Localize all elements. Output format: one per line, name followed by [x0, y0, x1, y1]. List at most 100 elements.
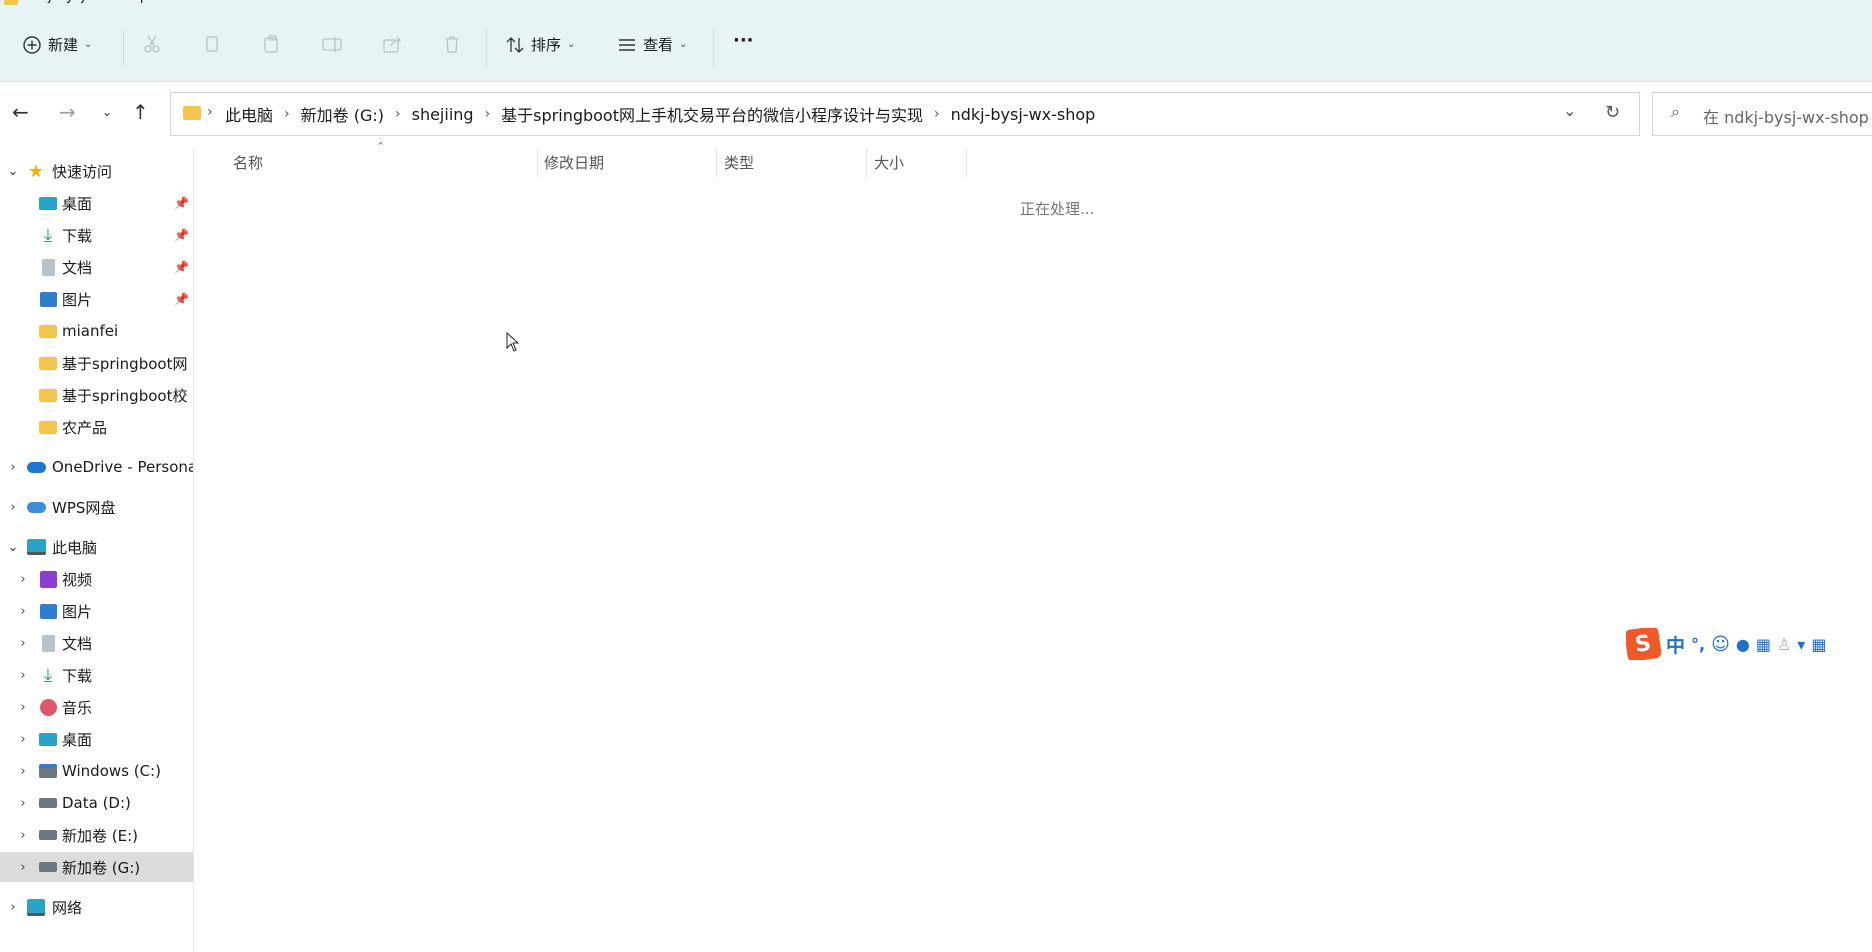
chevron-right-icon: ›: [20, 603, 26, 619]
new-button[interactable]: 新建 ⌄: [22, 34, 92, 55]
column-header-type[interactable]: 类型: [724, 152, 754, 173]
microphone-icon[interactable]: ●: [1736, 635, 1750, 654]
sidebar-item-videos[interactable]: › 视频: [0, 564, 193, 594]
keyboard-icon[interactable]: ▦: [1756, 635, 1771, 654]
sidebar-item-wps[interactable]: › WPS网盘: [0, 492, 193, 522]
sidebar-item-onedrive[interactable]: › OneDrive - Persona: [0, 452, 193, 482]
view-list-icon: [619, 38, 635, 51]
column-divider[interactable]: [866, 148, 867, 178]
sidebar-item-mianfei[interactable]: mianfei: [0, 316, 193, 346]
chevron-right-icon: ›: [484, 106, 491, 122]
rename-icon: [322, 37, 342, 52]
forward-button[interactable]: →: [59, 100, 76, 124]
ime-mode-toggle[interactable]: 中: [1666, 631, 1685, 658]
chevron-down-icon: ⌄: [84, 39, 93, 50]
chevron-right-icon: ›: [20, 763, 26, 779]
address-dropdown-icon[interactable]: ⌄: [1563, 101, 1576, 120]
ime-toolbar[interactable]: S 中 °, ☺ ● ▦ ♙ ▾ ▦: [1626, 628, 1872, 660]
emoji-icon[interactable]: ☺: [1711, 634, 1730, 655]
copy-button[interactable]: [202, 34, 222, 54]
new-button-label: 新建: [48, 36, 79, 54]
chevron-down-icon: ⌄: [102, 105, 113, 119]
command-toolbar: 新建 ⌄ 排序 ⌄ 查看 ⌄ ···: [0, 8, 1872, 82]
share-button[interactable]: [382, 34, 402, 54]
breadcrumb-item[interactable]: ndkj-bysj-wx-shop: [951, 105, 1096, 124]
column-header-name[interactable]: 名称: [233, 152, 263, 173]
breadcrumb-item[interactable]: shejiing: [412, 105, 474, 124]
recent-locations-button[interactable]: ⌄: [102, 100, 112, 124]
sidebar-item-folder[interactable]: 基于springboot网: [0, 348, 193, 378]
column-divider[interactable]: [537, 148, 538, 178]
sidebar-item-music[interactable]: › 音乐: [0, 692, 193, 722]
user-icon[interactable]: ♙: [1777, 635, 1791, 654]
sidebar-item-pictures[interactable]: 图片 📌: [0, 284, 193, 314]
chevron-right-icon: ›: [934, 106, 940, 122]
sidebar-item-documents[interactable]: › 文档: [0, 628, 193, 658]
column-divider[interactable]: [716, 148, 717, 178]
breadcrumb-item[interactable]: 新加卷 (G:): [301, 102, 384, 126]
chevron-right-icon: ›: [207, 104, 213, 120]
plus-circle-icon: [23, 35, 41, 54]
delete-button[interactable]: [442, 34, 462, 54]
drive-icon: [38, 793, 58, 813]
chevron-right-icon: ›: [10, 899, 16, 915]
search-box[interactable]: ⌕ 在 ndkj-bysj-wx-shop 中: [1652, 92, 1872, 136]
sidebar-item-desktop[interactable]: › 桌面: [0, 724, 193, 754]
sidebar-item-downloads[interactable]: ⤓ 下载 📌: [0, 220, 193, 250]
chevron-right-icon: ›: [20, 859, 26, 875]
star-icon: ★: [27, 160, 45, 182]
sidebar-item-drive-c[interactable]: › Windows (C:): [0, 756, 193, 786]
sidebar-item-this-pc[interactable]: ⌄ 此电脑: [0, 532, 193, 562]
sidebar-item-network[interactable]: › 网络: [0, 892, 193, 922]
search-icon: ⌕: [1671, 102, 1680, 121]
pane-divider[interactable]: [193, 148, 194, 952]
sidebar-item-pictures[interactable]: › 图片: [0, 596, 193, 626]
breadcrumb-item[interactable]: 基于springboot网上手机交易平台的微信小程序设计与实现: [501, 102, 923, 126]
column-header-modified[interactable]: 修改日期: [544, 152, 604, 173]
paste-button[interactable]: [262, 34, 282, 54]
address-bar[interactable]: › 此电脑 › 新加卷 (G:) › shejiing › 基于springboot网…: [170, 92, 1640, 136]
sidebar-item-drive-e[interactable]: › 新加卷 (E:): [0, 820, 193, 850]
computer-icon: [26, 537, 46, 557]
view-button[interactable]: 查看 ⌄: [617, 34, 687, 55]
windows-drive-icon: [38, 761, 58, 781]
column-divider[interactable]: [966, 148, 967, 178]
sidebar-item-documents[interactable]: 文档 📌: [0, 252, 193, 282]
sidebar-item-folder[interactable]: 基于springboot校: [0, 380, 193, 410]
skin-icon[interactable]: ▾: [1797, 635, 1805, 654]
chevron-right-icon: ›: [20, 635, 26, 651]
chevron-down-icon: ⌄: [567, 39, 576, 50]
toolbox-icon[interactable]: ▦: [1811, 635, 1826, 654]
sort-button[interactable]: 排序 ⌄: [505, 34, 575, 55]
sidebar-item-drive-d[interactable]: › Data (D:): [0, 788, 193, 818]
desktop-icon: [38, 193, 58, 213]
share-icon: [383, 36, 401, 53]
copy-icon: [206, 36, 218, 52]
sidebar-item-drive-g[interactable]: › 新加卷 (G:): [0, 852, 193, 882]
download-icon: ⤓: [44, 224, 52, 246]
pin-icon: 📌: [174, 228, 189, 242]
sidebar-item-downloads[interactable]: › ⤓ 下载: [0, 660, 193, 690]
breadcrumb-item[interactable]: 此电脑: [225, 102, 273, 126]
clipboard-icon: [264, 35, 278, 53]
rename-button[interactable]: [322, 34, 344, 54]
ime-punctuation-toggle[interactable]: °,: [1691, 635, 1705, 654]
title-bar: ndkj-bysj-wx-shop: [0, 0, 1872, 8]
scissors-icon: [144, 35, 160, 53]
sidebar-item-quick-access[interactable]: ⌄ ★ 快速访问: [0, 156, 193, 186]
sidebar-item-desktop[interactable]: 桌面 📌: [0, 188, 193, 218]
sidebar-item-folder[interactable]: 农产品: [0, 412, 193, 442]
toolbar-separator: [486, 30, 487, 66]
refresh-icon[interactable]: ↻: [1605, 102, 1620, 123]
back-button[interactable]: ←: [12, 100, 29, 124]
more-icon: ···: [733, 30, 754, 51]
document-icon: [38, 257, 58, 277]
folder-icon: [38, 353, 58, 373]
column-header-size[interactable]: 大小: [874, 152, 904, 173]
up-button[interactable]: ↑: [132, 100, 149, 124]
trash-icon: [446, 36, 458, 53]
cut-button[interactable]: [142, 34, 162, 54]
chevron-right-icon: ›: [20, 571, 26, 587]
more-options-button[interactable]: ···: [733, 30, 754, 51]
download-icon: ⤓: [44, 664, 52, 686]
